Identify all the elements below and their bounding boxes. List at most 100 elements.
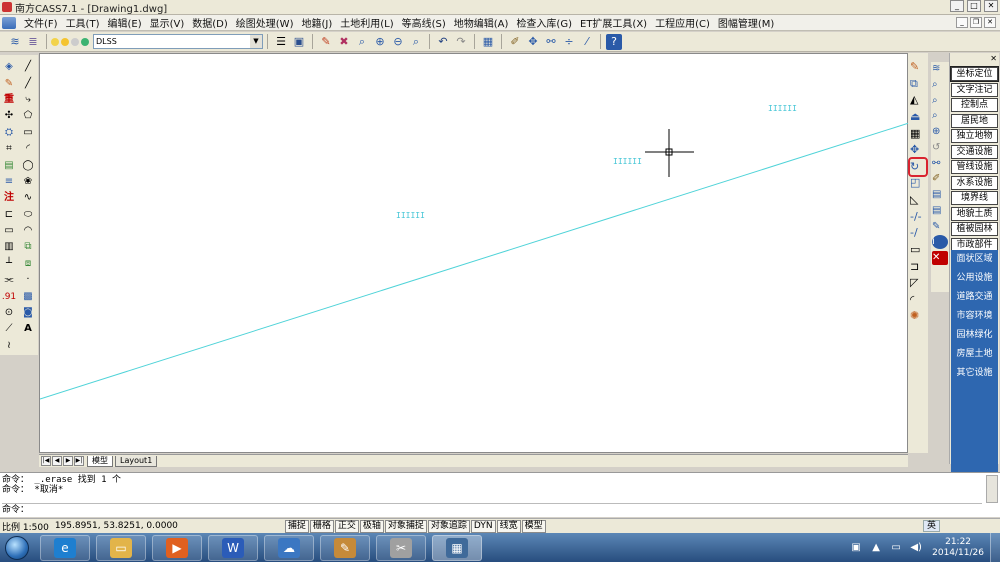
menu-tools[interactable]: 工具(T) (62, 15, 104, 30)
delete-icon[interactable]: ✕ (932, 251, 948, 265)
save-icon[interactable]: ▣ (291, 34, 307, 50)
show-desktop-button[interactable] (990, 533, 1000, 562)
ellipse-arc-icon[interactable]: ◠ (20, 223, 36, 239)
arc-icon[interactable]: ◜ (20, 141, 36, 157)
annotate-icon[interactable]: 注 (1, 190, 17, 206)
pen-icon[interactable]: ✎ (318, 34, 334, 50)
point-icon[interactable]: · (20, 272, 36, 288)
taskbar-photo[interactable]: ☁ (264, 534, 314, 561)
text-icon[interactable]: A (20, 321, 36, 337)
settlement-button[interactable]: 居民地 (951, 113, 998, 128)
category-road-traffic[interactable]: 道路交通 (951, 288, 998, 307)
vegetation-symbol[interactable]: IIIIII (613, 157, 642, 166)
bulb-on-icon[interactable] (51, 37, 59, 46)
model-toggle[interactable]: 模型 (521, 519, 546, 533)
redo-icon[interactable]: ↷ (453, 34, 469, 50)
zoom-realtime-icon[interactable]: ⌕ (354, 34, 370, 50)
make-block-icon[interactable]: ⧈ (20, 256, 36, 272)
explode-icon[interactable]: ✺ (910, 308, 926, 324)
zoom-icon[interactable]: ⊕ (932, 125, 948, 139)
image-icon[interactable]: ▤ (1, 157, 17, 173)
ime-indicator[interactable]: 英 (922, 520, 940, 532)
menu-check-import[interactable]: 检查入库(G) (512, 15, 576, 30)
drawn-polyline[interactable] (40, 122, 909, 400)
category-public-facility[interactable]: 公用设施 (951, 269, 998, 288)
scale-icon[interactable]: ◰ (910, 175, 926, 191)
menu-engineering[interactable]: 工程应用(C) (651, 15, 714, 30)
layer-icon[interactable]: ▤ (932, 204, 948, 218)
offset-icon[interactable]: ⏏ (910, 109, 926, 125)
menu-edit[interactable]: 编辑(E) (103, 15, 145, 30)
layer-dropdown[interactable]: DLSS ▼ (93, 34, 263, 49)
document-icon[interactable] (2, 16, 16, 29)
category-area[interactable]: 面状区域 (951, 250, 998, 269)
last-tab-icon[interactable]: ▶| (74, 456, 84, 466)
pipeline-facility-button[interactable]: 管线设施 (951, 160, 998, 174)
link-icon[interactable]: ⚯ (932, 157, 948, 171)
break-at-point-icon[interactable]: ⁄ (579, 34, 595, 50)
grid-icon[interactable]: ▦ (480, 34, 496, 50)
menu-land-use[interactable]: 土地利用(L) (336, 15, 397, 30)
rectangle-icon[interactable]: ▭ (1, 223, 17, 239)
maximize-button[interactable]: □ (967, 0, 981, 12)
boundary-line-button[interactable]: 境界线 (951, 191, 998, 205)
curve-icon[interactable]: ≀ (1, 338, 17, 354)
text-annotation-button[interactable]: 文字注记 (951, 82, 998, 97)
menu-contour[interactable]: 等高线(S) (398, 15, 450, 30)
point-icon[interactable]: ⊙ (1, 305, 17, 321)
polyline-icon[interactable]: ⤷ (20, 92, 36, 108)
category-city-environment[interactable]: 市容环境 (951, 307, 998, 326)
vegetation-symbol[interactable]: IIIIII (396, 211, 425, 220)
ruler-icon[interactable]: ≡ (1, 174, 17, 190)
erase-icon[interactable]: ✎ (910, 59, 926, 75)
zoom-icon[interactable]: ⌕ (932, 94, 948, 108)
move-icon[interactable]: ✥ (525, 34, 541, 50)
tab-layout1[interactable]: Layout1 (115, 455, 158, 467)
sun-icon[interactable] (61, 37, 69, 46)
menu-drawing-process[interactable]: 绘图处理(W) (232, 15, 298, 30)
polar-toggle[interactable]: 极轴 (359, 519, 384, 533)
category-other-facility[interactable]: 其它设施 (951, 364, 998, 383)
command-input[interactable]: 命令： (2, 503, 982, 515)
layer-icon[interactable]: ▤ (932, 188, 948, 202)
redraw-icon[interactable]: 重 (1, 92, 17, 108)
start-button[interactable] (0, 534, 34, 562)
minimize-button[interactable]: _ (950, 0, 964, 12)
first-tab-icon[interactable]: |◀ (41, 456, 51, 466)
vegetation-symbol[interactable]: IIIIII (768, 104, 797, 113)
doc-minimize-button[interactable]: _ (956, 17, 968, 28)
color-icon[interactable] (81, 37, 89, 46)
monitor-icon[interactable]: ▭ (889, 541, 903, 555)
hatch-icon[interactable]: ⌗ (1, 141, 17, 157)
snap-icon[interactable]: ⛭ (1, 125, 17, 141)
rotate-icon[interactable]: ↻ (908, 156, 928, 177)
refresh-icon[interactable]: ↺ (932, 141, 948, 155)
taskbar-media-player[interactable]: ▶ (152, 534, 202, 561)
transport-facility-button[interactable]: 交通设施 (951, 144, 998, 159)
doc-close-button[interactable]: ✕ (984, 17, 996, 28)
zoom-all-icon[interactable]: ⊖ (390, 34, 406, 50)
dyn-toggle[interactable]: DYN (470, 519, 496, 533)
undo-icon[interactable]: ↶ (435, 34, 451, 50)
circle-icon[interactable]: ◯ (20, 157, 36, 173)
pen-icon[interactable]: ✎ (932, 220, 948, 234)
insert-block-icon[interactable]: ⧉ (20, 239, 36, 255)
extend-icon[interactable]: -/ (910, 225, 926, 241)
join-icon[interactable]: ⊐ (910, 259, 926, 275)
menu-feature-edit[interactable]: 地物编辑(A) (450, 15, 513, 30)
taskbar-cass[interactable]: ▦ (432, 534, 482, 561)
node-icon[interactable]: ✣ (1, 108, 17, 124)
measure-icon[interactable]: ┴ (1, 256, 17, 272)
edit-icon[interactable]: ✐ (932, 172, 948, 186)
close-icon[interactable]: ✕ (990, 54, 997, 63)
landform-soil-button[interactable]: 地貌土质 (951, 206, 998, 221)
info-icon[interactable]: i (932, 235, 948, 250)
drawing-canvas[interactable]: IIIIII IIIIII IIIIII (39, 53, 909, 453)
copy-icon[interactable]: ⧉ (910, 76, 926, 92)
command-scrollbar[interactable] (986, 475, 998, 503)
polygon-icon[interactable]: ⬠ (20, 108, 36, 124)
construction-line-icon[interactable]: ╱ (20, 75, 36, 91)
polygon-icon[interactable]: ⊏ (1, 207, 17, 223)
taskbar-explorer[interactable]: ▭ (96, 534, 146, 561)
lineweight-toggle[interactable]: 线宽 (496, 519, 521, 533)
